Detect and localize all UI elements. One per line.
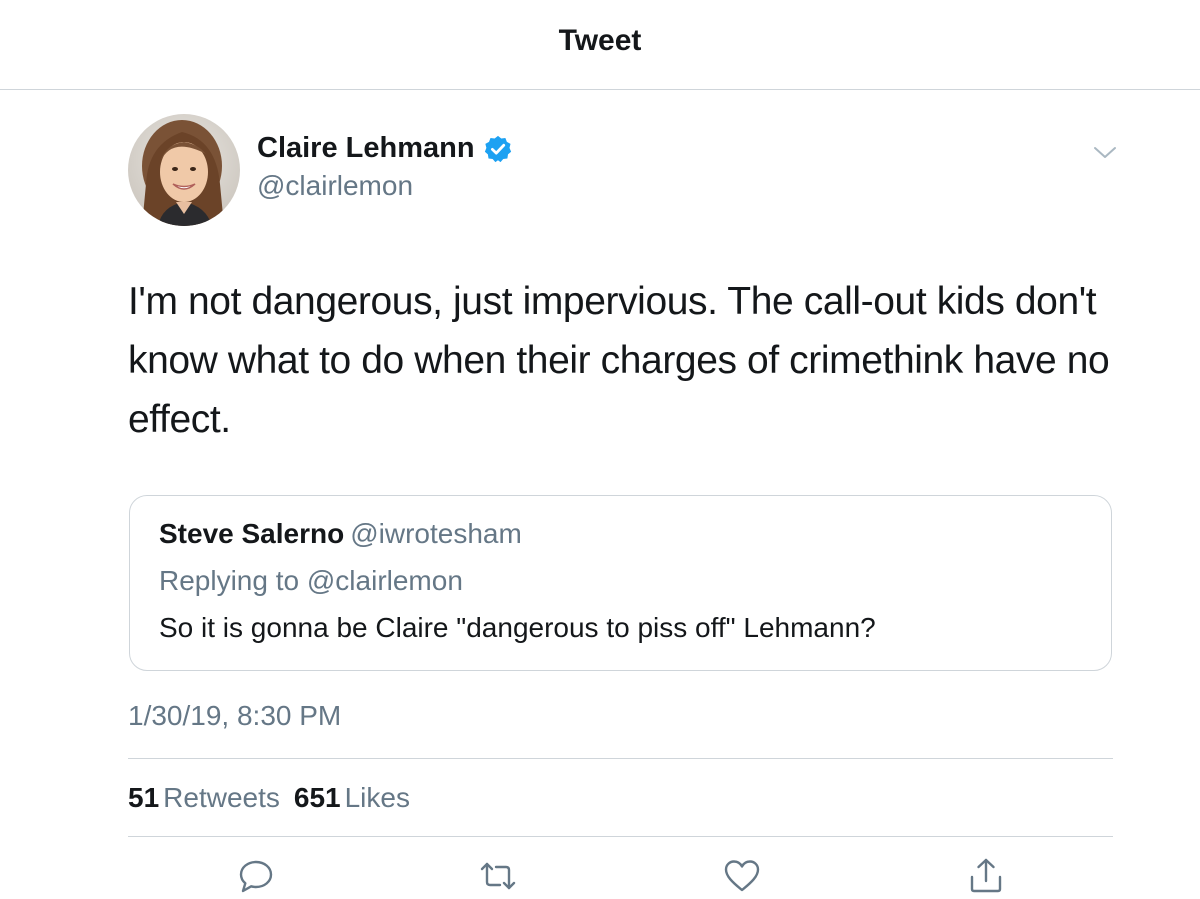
replying-to-label: Replying to xyxy=(159,565,300,596)
tweet-timestamp[interactable]: 1/30/19, 8:30 PM xyxy=(128,700,341,732)
retweet-icon[interactable] xyxy=(478,856,518,896)
quoted-author-name: Steve Salerno xyxy=(159,518,345,549)
heart-icon[interactable] xyxy=(722,856,762,896)
replying-to-handle[interactable]: @clairlemon xyxy=(307,565,463,596)
likes-stat[interactable]: 651 Likes xyxy=(294,782,424,813)
author-row: Claire Lehmann xyxy=(257,132,513,165)
author-name[interactable]: Claire Lehmann xyxy=(257,132,475,165)
retweets-label: Retweets xyxy=(163,782,280,813)
replying-to: Replying to @clairlemon xyxy=(159,565,463,597)
author-handle[interactable]: @clairlemon xyxy=(257,170,413,202)
avatar[interactable] xyxy=(128,114,240,226)
verified-badge-icon xyxy=(484,135,511,162)
likes-count: 651 xyxy=(293,782,341,813)
quoted-tweet[interactable]: Steve Salerno @iwrotesham Replying to @cl… xyxy=(129,495,1112,671)
likes-label: Likes xyxy=(344,782,410,813)
chevron-down-icon[interactable] xyxy=(1092,140,1118,166)
tweet-text: I'm not dangerous, just impervious. The … xyxy=(128,280,1110,441)
divider xyxy=(128,758,1113,759)
retweets-count: 51 xyxy=(128,782,160,813)
tweet-stats: 51 Retweets 651 Likes xyxy=(128,782,424,814)
retweets-stat[interactable]: 51 Retweets xyxy=(128,782,294,813)
page-title: Tweet xyxy=(558,23,642,57)
quoted-tweet-header: Steve Salerno @iwrotesham xyxy=(159,518,522,550)
quoted-tweet-text: So it is gonna be Claire "dangerous to p… xyxy=(159,612,876,643)
reply-icon[interactable] xyxy=(236,856,276,896)
avatar-image xyxy=(128,114,240,226)
top-bar: Tweet xyxy=(0,0,1200,90)
share-icon[interactable] xyxy=(966,856,1006,896)
divider xyxy=(128,836,1113,837)
quoted-author-handle: @iwrotesham xyxy=(350,518,522,549)
